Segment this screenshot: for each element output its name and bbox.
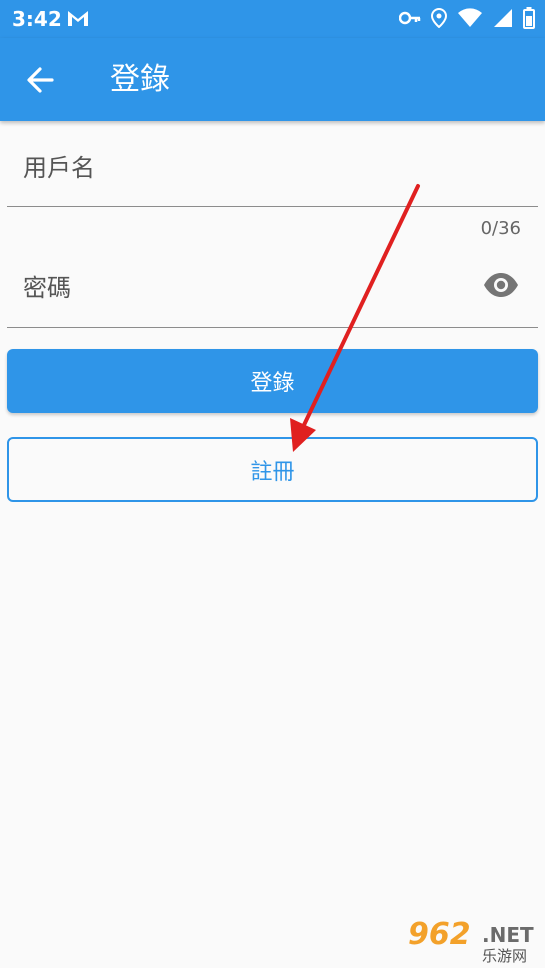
gmail-icon [68,11,88,26]
page-title: 登錄 [110,62,170,97]
status-icons [399,7,535,29]
app-bar: 登錄 [0,38,545,121]
register-button[interactable]: 註冊 [7,437,538,502]
username-field[interactable]: 用戶名 [7,121,538,208]
back-arrow-icon [27,67,54,93]
wifi-icon [458,8,482,27]
watermark-logo: 962 .NET 乐游网 [404,917,542,965]
status-bar: 3:42 [0,0,545,38]
status-time: 3:42 [12,7,62,31]
eye-icon [484,273,518,297]
location-icon [431,8,447,28]
key-icon [399,11,421,25]
password-label: 密碼 [23,274,71,302]
back-button[interactable] [18,60,62,100]
password-counter: 0/36 [480,218,521,239]
watermark-number: 962 [408,917,471,952]
watermark-domain: .NET [482,923,534,947]
username-label: 用戶名 [23,154,95,182]
password-underline [7,327,538,328]
login-button[interactable]: 登錄 [7,349,538,413]
username-underline [7,206,538,207]
password-field[interactable]: 密碼 [7,246,538,328]
signal-icon [494,9,512,27]
battery-icon [523,7,535,29]
toggle-password-visibility-button[interactable] [482,268,520,302]
watermark-name: 乐游网 [482,947,528,965]
